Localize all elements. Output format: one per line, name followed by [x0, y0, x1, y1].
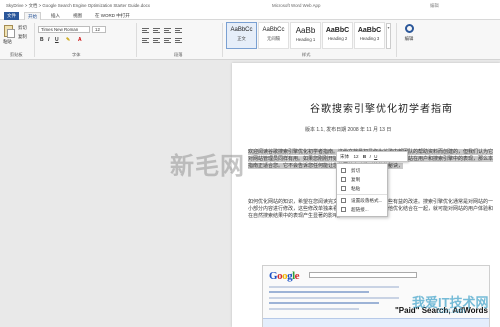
document-meta[interactable]: 版本 1.1, 发布日期 2008 年 11 月 13 日	[305, 126, 391, 133]
app-title: Microsoft Word Web App	[272, 3, 321, 8]
styles-more-button[interactable]: ▾	[386, 23, 391, 49]
highlight-icon[interactable]: ✎	[66, 37, 70, 43]
menu-item-copy[interactable]: 复制	[337, 175, 387, 184]
bold-button[interactable]: B	[40, 37, 44, 43]
justify-icon[interactable]	[175, 38, 182, 43]
style-heading-3[interactable]: AaBbC Heading 3	[354, 22, 385, 49]
underline-button[interactable]: U	[55, 37, 59, 43]
result-band	[263, 318, 489, 327]
tab-file[interactable]: 文件	[4, 12, 19, 20]
watermark-left: 新毛网	[170, 153, 245, 180]
align-center-icon[interactable]	[153, 38, 160, 43]
find-button[interactable]: 编辑	[401, 24, 417, 42]
paste-button[interactable]: 粘贴	[3, 39, 12, 45]
menu-item-hyperlink[interactable]: 超链接...	[337, 205, 387, 214]
menu-item-paste[interactable]: 粘贴	[337, 184, 387, 193]
font-group-label: 字体	[72, 52, 81, 57]
menu-item-paragraph[interactable]: 设置段落格式...	[337, 196, 387, 205]
result-line	[269, 308, 359, 310]
clipboard-group-label: 剪贴板	[10, 52, 23, 57]
copy-button[interactable]: 复制	[18, 34, 27, 40]
bullets-icon[interactable]	[142, 28, 149, 33]
ribbon-divider	[34, 23, 35, 57]
search-box-image	[309, 272, 417, 278]
align-right-icon[interactable]	[164, 38, 171, 43]
result-line	[269, 286, 399, 288]
font-name-select[interactable]: Times New Roman	[38, 26, 90, 33]
edit-status: 编辑	[430, 3, 439, 8]
mini-toolbar: 宋体 12 B I U	[336, 151, 408, 162]
result-line	[269, 291, 369, 293]
tab-view[interactable]: 视图	[70, 12, 85, 20]
mini-bold-button[interactable]: B	[363, 154, 366, 159]
document-title[interactable]: 谷歌搜索引擎优化初学者指南	[310, 100, 453, 115]
align-left-icon[interactable]	[142, 38, 149, 43]
context-menu: 剪切 复制 粘贴 设置段落格式... 超链接...	[336, 163, 388, 217]
ribbon-divider	[222, 23, 223, 57]
paste-icon	[341, 186, 346, 191]
editing-label: 编辑	[404, 36, 414, 41]
menu-divider	[337, 194, 387, 195]
increase-indent-icon[interactable]	[175, 28, 182, 33]
mini-size-select[interactable]: 12	[353, 154, 358, 159]
mini-italic-button[interactable]: I	[370, 154, 371, 159]
decrease-indent-icon[interactable]	[164, 28, 171, 33]
ribbon-tabs: 文件 开始 插入 视图 在 WORD 中打开	[0, 11, 500, 20]
link-icon	[341, 207, 346, 212]
menu-item-cut[interactable]: 剪切	[337, 166, 387, 175]
watermark-url: 52ct.com	[437, 308, 466, 315]
search-icon	[404, 24, 414, 33]
copy-icon	[341, 177, 346, 182]
mini-font-select[interactable]: 宋体	[340, 154, 349, 159]
google-logo: Google	[269, 270, 300, 282]
mini-underline-button[interactable]: U	[374, 154, 377, 159]
font-size-select[interactable]: 12	[92, 26, 106, 33]
ribbon-divider	[136, 23, 137, 57]
paragraph-icon	[341, 198, 346, 203]
paste-icon[interactable]	[4, 25, 15, 38]
result-line	[269, 302, 379, 304]
result-line	[269, 297, 399, 299]
style-no-spacing[interactable]: AaBbCc 无间隔	[258, 22, 289, 49]
font-color-icon[interactable]: A	[78, 37, 82, 43]
style-normal[interactable]: AaBbCc 正文	[226, 22, 257, 49]
italic-button[interactable]: I	[48, 37, 49, 43]
style-heading-2[interactable]: AaBbC Heading 2	[322, 22, 353, 49]
styles-group-label: 样式	[302, 52, 311, 57]
paragraph-group-label: 段落	[174, 52, 183, 57]
style-heading-1[interactable]: AaBb Heading 1	[290, 22, 321, 49]
breadcrumb[interactable]: SkyDrive > 文档 > Google Search Engine Opt…	[6, 3, 150, 9]
title-bar: SkyDrive > 文档 > Google Search Engine Opt…	[0, 0, 500, 11]
tab-open-in-word[interactable]: 在 WORD 中打开	[92, 12, 133, 20]
ribbon-divider	[396, 23, 397, 57]
numbering-icon[interactable]	[153, 28, 160, 33]
tab-insert[interactable]: 插入	[48, 12, 63, 20]
cut-button[interactable]: 剪切	[18, 25, 27, 31]
tab-home[interactable]: 开始	[24, 12, 41, 20]
ribbon: 粘贴 剪切 复制 剪贴板 Times New Roman 12 B I U ✎ …	[0, 20, 500, 60]
scissors-icon	[341, 168, 346, 173]
